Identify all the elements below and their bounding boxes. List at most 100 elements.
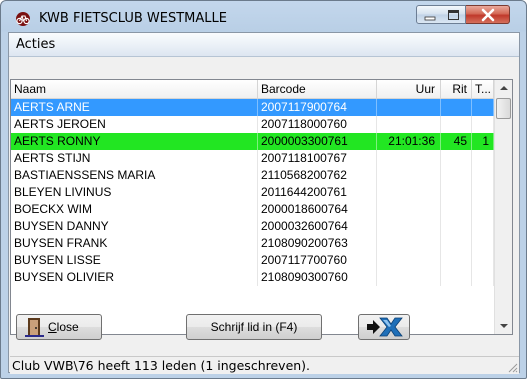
close-button-label: Close <box>48 320 79 334</box>
cell-t <box>472 235 494 252</box>
column-header-uur[interactable]: Uur <box>377 80 441 98</box>
app-window: KWB FIETSCLUB WESTMALLE Acties Naam Barc… <box>0 0 527 379</box>
cell-naam: BASTIAENSSENS MARIA <box>11 167 258 184</box>
table-row[interactable]: BASTIAENSSENS MARIA 2110568200762 <box>11 167 494 184</box>
column-header-rit[interactable]: Rit <box>441 80 472 98</box>
close-button[interactable]: Close <box>16 314 102 340</box>
table-row[interactable]: BUYSEN FRANK 2108090200763 <box>11 235 494 252</box>
cell-uur <box>377 99 441 116</box>
table-body: AERTS ARNE 2007117900764 AERTS JEROEN 20071… <box>11 99 494 286</box>
cell-naam: BUYSEN FRANK <box>11 235 258 252</box>
vertical-scrollbar[interactable] <box>494 80 512 334</box>
cell-naam: BOECKX WIM <box>11 201 258 218</box>
cell-t <box>472 184 494 201</box>
table-row[interactable]: AERTS RONNY 2000003300761 21:01:36 45 1 <box>11 133 494 150</box>
cell-t <box>472 201 494 218</box>
maximize-icon <box>448 10 459 20</box>
table-row[interactable]: BOECKX WIM 2000018600764 <box>11 201 494 218</box>
bicycle-icon <box>16 12 30 26</box>
export-button[interactable] <box>358 314 410 340</box>
cell-naam: AERTS RONNY <box>11 133 258 150</box>
cell-barcode: 2000003300761 <box>258 133 377 150</box>
cell-rit <box>441 99 472 116</box>
scrollbar-thumb[interactable] <box>496 98 511 119</box>
cell-uur <box>377 167 441 184</box>
column-header-barcode[interactable]: Barcode <box>258 80 377 98</box>
chevron-up-icon <box>500 86 508 90</box>
cell-uur <box>377 269 441 286</box>
cell-rit <box>441 167 472 184</box>
cell-barcode: 2000032600764 <box>258 218 377 235</box>
cell-naam: AERTS ARNE <box>11 99 258 116</box>
close-icon <box>481 8 495 22</box>
maximize-button[interactable] <box>441 5 466 24</box>
cell-t <box>472 116 494 133</box>
client-area: Acties Naam Barcode Uur Rit T... AERTS A… <box>8 32 520 374</box>
status-text: Club VWB\76 heeft 113 leden (1 ingeschre… <box>12 358 311 373</box>
cell-t <box>472 150 494 167</box>
members-table[interactable]: Naam Barcode Uur Rit T... AERTS ARNE 2007… <box>10 79 513 335</box>
menu-bar: Acties <box>9 33 519 57</box>
cell-t <box>472 99 494 116</box>
cell-uur <box>377 184 441 201</box>
table-header: Naam Barcode Uur Rit T... <box>11 80 494 99</box>
cell-t <box>472 252 494 269</box>
table-row[interactable]: AERTS STIJN 2007118100767 <box>11 150 494 167</box>
window-title: KWB FIETSCLUB WESTMALLE <box>39 11 227 26</box>
cell-rit <box>441 150 472 167</box>
cell-rit <box>441 269 472 286</box>
table-row[interactable]: BUYSEN LISSE 2007117700760 <box>11 252 494 269</box>
cell-naam: BLEYEN LIVINUS <box>11 184 258 201</box>
cell-rit <box>441 201 472 218</box>
cell-naam: BUYSEN DANNY <box>11 218 258 235</box>
export-icon <box>367 317 403 337</box>
door-icon <box>25 318 44 337</box>
close-window-button[interactable] <box>466 5 510 24</box>
table-row[interactable]: AERTS JEROEN 2007118000760 <box>11 116 494 133</box>
cell-rit <box>441 252 472 269</box>
cell-barcode: 2000018600764 <box>258 201 377 218</box>
cell-uur <box>377 252 441 269</box>
cell-naam: AERTS STIJN <box>11 150 258 167</box>
table-row[interactable]: BUYSEN DANNY 2000032600764 <box>11 218 494 235</box>
cell-rit <box>441 218 472 235</box>
cell-barcode: 2007117700760 <box>258 252 377 269</box>
cell-barcode: 2108090200763 <box>258 235 377 252</box>
status-bar: Club VWB\76 heeft 113 leden (1 ingeschre… <box>10 356 519 374</box>
minimize-button[interactable] <box>416 5 442 24</box>
cell-rit <box>441 116 472 133</box>
column-header-naam[interactable]: Naam <box>11 80 258 98</box>
cell-rit <box>441 235 472 252</box>
sign-in-member-button[interactable]: Schrijf lid in (F4) <box>186 314 322 340</box>
minimize-icon <box>424 16 436 21</box>
cell-t: 1 <box>472 133 494 150</box>
chevron-down-icon <box>500 324 508 328</box>
table-row[interactable]: BUYSEN OLIVIER 2108090300760 <box>11 269 494 286</box>
cell-uur <box>377 116 441 133</box>
cell-uur <box>377 235 441 252</box>
table-row[interactable]: BLEYEN LIVINUS 2011644200761 <box>11 184 494 201</box>
cell-naam: AERTS JEROEN <box>11 116 258 133</box>
cell-barcode: 2007117900764 <box>258 99 377 116</box>
resize-grip-icon[interactable] <box>506 361 518 373</box>
cell-uur: 21:01:36 <box>377 133 441 150</box>
cell-t <box>472 269 494 286</box>
column-header-t[interactable]: T... <box>472 80 494 98</box>
cell-uur <box>377 150 441 167</box>
cell-barcode: 2110568200762 <box>258 167 377 184</box>
title-bar[interactable]: KWB FIETSCLUB WESTMALLE <box>1 1 526 35</box>
cell-t <box>472 167 494 184</box>
scroll-down-button[interactable] <box>495 317 512 334</box>
menu-acties[interactable]: Acties <box>16 37 55 52</box>
cell-barcode: 2007118000760 <box>258 116 377 133</box>
table-row[interactable]: AERTS ARNE 2007117900764 <box>11 99 494 116</box>
cell-barcode: 2108090300760 <box>258 269 377 286</box>
scroll-up-button[interactable] <box>495 80 512 97</box>
cell-rit: 45 <box>441 133 472 150</box>
cell-t <box>472 218 494 235</box>
cell-naam: BUYSEN LISSE <box>11 252 258 269</box>
cell-rit <box>441 184 472 201</box>
cell-barcode: 2011644200761 <box>258 184 377 201</box>
cell-uur <box>377 201 441 218</box>
cell-barcode: 2007118100767 <box>258 150 377 167</box>
